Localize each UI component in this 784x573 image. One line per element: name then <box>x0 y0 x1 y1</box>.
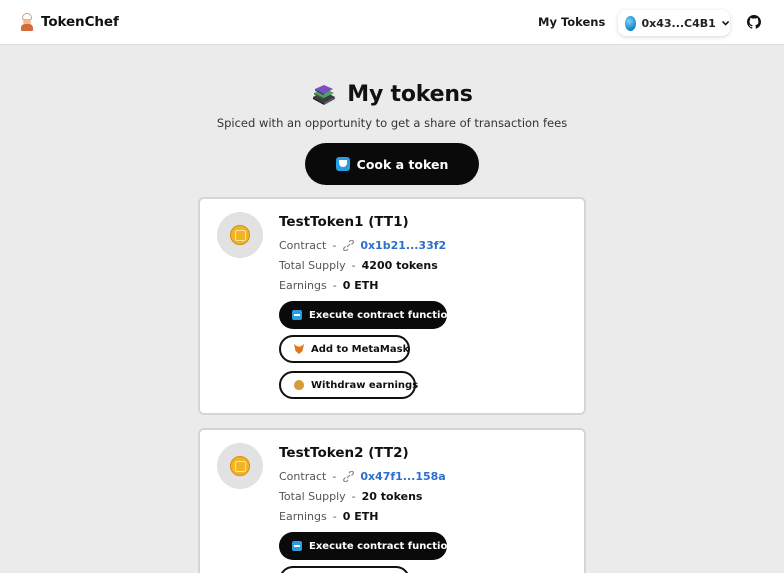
token-card: TestToken1 (TT1) Contract - 0x1b21...33f… <box>198 197 586 415</box>
top-navbar: TokenChef My Tokens 0x43...C4B1 <box>0 0 784 45</box>
earnings-row: Earnings - 0 ETH <box>279 510 378 523</box>
contract-address-link[interactable]: 0x47f1...158a <box>360 470 445 483</box>
execute-label: Execute contract function <box>309 309 455 321</box>
execute-contract-button[interactable]: Execute contract function <box>279 532 454 560</box>
withdraw-label: Withdraw earnings <box>311 379 419 391</box>
brand-name: TokenChef <box>41 14 119 30</box>
earnings-row: Earnings - 0 ETH <box>279 279 378 292</box>
earnings-label: Earnings <box>279 279 327 292</box>
wallet-avatar-icon <box>625 15 637 31</box>
separator: - <box>351 259 356 272</box>
page-subtitle: Spiced with an opportunity to get a shar… <box>216 116 568 130</box>
brand-logo[interactable]: TokenChef <box>19 13 119 31</box>
contract-label: Contract <box>279 470 327 483</box>
metamask-label: Add to MetaMask <box>311 343 410 355</box>
separator: - <box>332 470 337 483</box>
bowl-icon <box>335 157 350 171</box>
page-title: My tokens <box>0 82 784 107</box>
token-name: TestToken2 (TT2) <box>279 445 409 461</box>
contract-row: Contract - 0x1b21...33f2 <box>279 239 446 252</box>
contract-address-link[interactable]: 0x1b21...33f2 <box>360 239 446 252</box>
separator: - <box>351 490 356 503</box>
github-icon[interactable] <box>747 15 761 29</box>
chevron-down-icon <box>721 20 730 26</box>
earnings-label: Earnings <box>279 510 327 523</box>
supply-value: 4200 tokens <box>361 259 438 272</box>
execute-contract-button[interactable]: Execute contract function <box>279 301 454 329</box>
separator: - <box>332 279 337 292</box>
earnings-value: 0 ETH <box>342 279 379 292</box>
link-icon <box>343 471 355 482</box>
contract-row: Contract - 0x47f1...158a <box>279 470 446 483</box>
supply-label: Total Supply <box>279 259 346 272</box>
add-to-metamask-button[interactable]: Add to MetaMask <box>279 566 410 573</box>
coin-icon <box>230 225 250 245</box>
page-title-text: My tokens <box>347 82 473 107</box>
supply-row: Total Supply - 20 tokens <box>279 490 422 503</box>
link-icon <box>343 240 355 251</box>
wallet-dropdown-button[interactable]: 0x43...C4B1 <box>618 10 730 36</box>
wallet-address: 0x43...C4B1 <box>641 16 716 30</box>
withdraw-earnings-button[interactable]: Withdraw earnings <box>279 371 419 399</box>
coin-icon <box>230 456 250 476</box>
arrow-right-icon <box>292 310 302 320</box>
add-to-metamask-button[interactable]: Add to MetaMask <box>279 335 410 363</box>
separator: - <box>332 239 337 252</box>
token-avatar <box>217 212 263 258</box>
supply-label: Total Supply <box>279 490 346 503</box>
cook-token-button[interactable]: Cook a token <box>305 143 479 185</box>
contract-label: Contract <box>279 239 327 252</box>
chef-icon <box>19 13 35 31</box>
supply-row: Total Supply - 4200 tokens <box>279 259 438 272</box>
separator: - <box>332 510 337 523</box>
books-icon <box>313 84 336 105</box>
supply-value: 20 tokens <box>361 490 423 503</box>
execute-label: Execute contract function <box>309 540 455 552</box>
token-card: TestToken2 (TT2) Contract - 0x47f1...158… <box>198 428 586 573</box>
token-avatar <box>217 443 263 489</box>
earnings-value: 0 ETH <box>342 510 379 523</box>
token-name: TestToken1 (TT1) <box>279 214 409 230</box>
nav-my-tokens-link[interactable]: My Tokens <box>538 15 605 29</box>
cook-token-label: Cook a token <box>356 156 449 172</box>
money-bag-icon <box>294 380 304 390</box>
fox-icon <box>294 344 304 354</box>
arrow-right-icon <box>292 541 302 551</box>
